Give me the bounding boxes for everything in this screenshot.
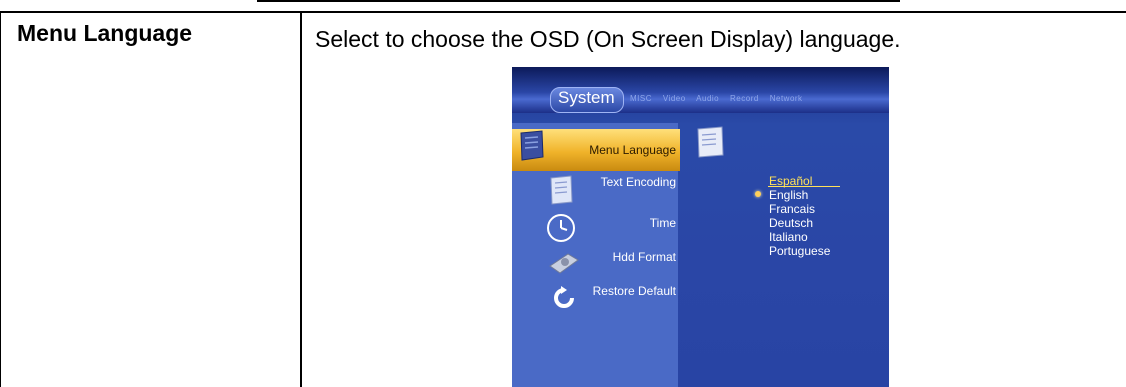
top-rule-short (257, 0, 900, 2)
column-divider (300, 12, 302, 387)
osd-subtab: Video (662, 94, 686, 103)
osd-language-option: English (769, 188, 809, 202)
osd-menu-item-text-encoding: Text Encoding (600, 175, 676, 189)
osd-language-option: Deutsch (769, 216, 814, 230)
term-label: Menu Language (17, 20, 193, 46)
osd-subtab: Network (769, 94, 803, 103)
osd-menu-item-hdd-format: Hdd Format (612, 250, 676, 264)
osd-language-option: Italiano (769, 230, 808, 244)
osd-subtab: MISC (630, 94, 652, 103)
table-left-border (0, 12, 1, 387)
osd-tab-label: System (558, 88, 615, 107)
osd-subtab: Audio (696, 94, 720, 103)
flag-icon (697, 126, 724, 158)
osd-language-option: Portuguese (769, 244, 831, 258)
osd-subtab: Record (730, 94, 759, 103)
osd-screenshot: System MISC Video Audio Record Network M… (512, 67, 889, 387)
osd-menu-item-restore-default: Restore Default (592, 284, 676, 298)
osd-menu-item-time: Time (649, 216, 676, 230)
osd-language-option: Francais (769, 202, 816, 216)
table-top-border (0, 11, 1126, 13)
osd-selected-bullet (755, 191, 761, 197)
term-description: Select to choose the OSD (On Screen Disp… (315, 26, 901, 52)
osd-language-underline (768, 186, 840, 187)
osd-menu-item-menu-language: Menu Language (589, 143, 676, 157)
osd-subtabs: MISC Video Audio Record Network (630, 94, 803, 103)
